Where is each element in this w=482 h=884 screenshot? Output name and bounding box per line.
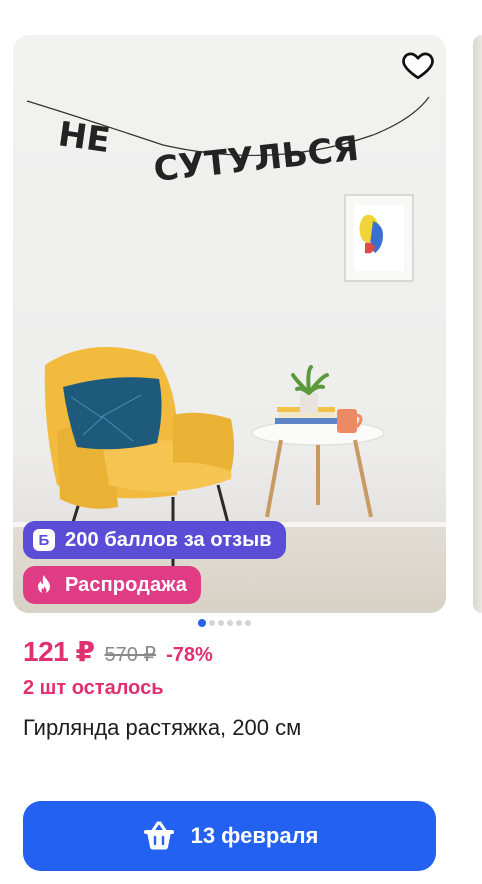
sale-badge-label: Распродажа <box>65 573 187 596</box>
product-image[interactable]: НЕ СУТУЛЬСЯ Б 200 баллов за отзыв Распро… <box>13 35 446 613</box>
plant-pot <box>300 393 318 413</box>
price-row: 121 ₽ 570 ₽ -78% <box>23 635 213 668</box>
garland-letters-part2: СУТУЛЬСЯ <box>152 129 361 190</box>
fire-icon <box>33 574 55 596</box>
blue-pillow <box>63 377 162 450</box>
basket-icon <box>143 821 174 850</box>
side-table-top <box>251 420 385 446</box>
delivery-date-label: 13 февраля <box>190 823 319 848</box>
next-product-card-edge[interactable] <box>473 35 482 613</box>
gallery-dot[interactable] <box>245 620 251 626</box>
gallery-dot[interactable] <box>236 620 242 626</box>
favorite-button[interactable] <box>400 47 436 83</box>
product-card[interactable]: НЕ СУТУЛЬСЯ Б 200 баллов за отзыв Распро… <box>13 35 446 871</box>
mug <box>337 409 357 433</box>
gallery-dot[interactable] <box>218 620 224 626</box>
heart-outline-icon[interactable] <box>400 47 436 83</box>
old-price: 570 ₽ <box>104 644 157 666</box>
gallery-pagination <box>198 619 251 627</box>
points-badge-label: 200 баллов за отзыв <box>65 528 272 551</box>
gallery-dot[interactable] <box>198 619 206 627</box>
stock-remaining: 2 шт осталось <box>23 677 164 699</box>
current-price: 121 ₽ <box>23 636 95 667</box>
gallery-dot[interactable] <box>227 620 233 626</box>
points-b-icon: Б <box>33 529 55 551</box>
garland-letters-part1: НЕ <box>56 114 113 161</box>
gallery-dot[interactable] <box>209 620 215 626</box>
points-for-review-badge: Б 200 баллов за отзыв <box>23 521 286 559</box>
discount-percent: -78% <box>166 644 213 666</box>
add-to-cart-button[interactable]: 13 февраля <box>23 801 436 871</box>
sale-badge: Распродажа <box>23 566 201 604</box>
product-title[interactable]: Гирлянда растяжка, 200 см <box>23 715 301 741</box>
